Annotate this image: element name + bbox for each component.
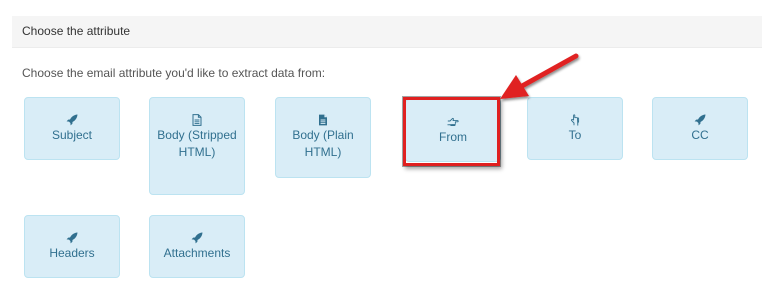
to-label: To [568,128,582,142]
subject-label: Subject [51,128,93,142]
file-outline-icon [192,114,202,126]
headers-label: Headers [49,246,95,260]
attachments-label: Attachments [163,246,231,260]
rocket-icon [191,232,203,244]
body-plain-html-label: Body (Plain HTML) [292,128,354,159]
hand-point-right-icon [447,117,459,127]
body-plain-html-button[interactable]: Body (Plain HTML) [275,97,371,178]
attribute-panel: Choose the attribute Choose the email at… [12,16,762,294]
body-stripped-html-button[interactable]: Body (Stripped HTML) [149,97,245,195]
cc-label: CC [691,128,709,142]
instructions-text: Choose the email attribute you'd like to… [22,66,326,80]
rocket-icon [66,114,78,126]
subject-button[interactable]: Subject [24,97,120,160]
cc-button[interactable]: CC [652,97,748,160]
rocket-icon [694,114,706,126]
headers-button[interactable]: Headers [24,215,120,278]
attachments-button[interactable]: Attachments [149,215,245,278]
hand-point-up-icon [570,114,580,126]
from-label: From [439,130,467,144]
body-stripped-html-label: Body (Stripped HTML) [157,128,237,159]
from-button[interactable]: From [405,99,501,162]
panel-title: Choose the attribute [12,16,762,48]
file-filled-icon [319,114,327,126]
rocket-icon [66,232,78,244]
to-button[interactable]: To [527,97,623,160]
